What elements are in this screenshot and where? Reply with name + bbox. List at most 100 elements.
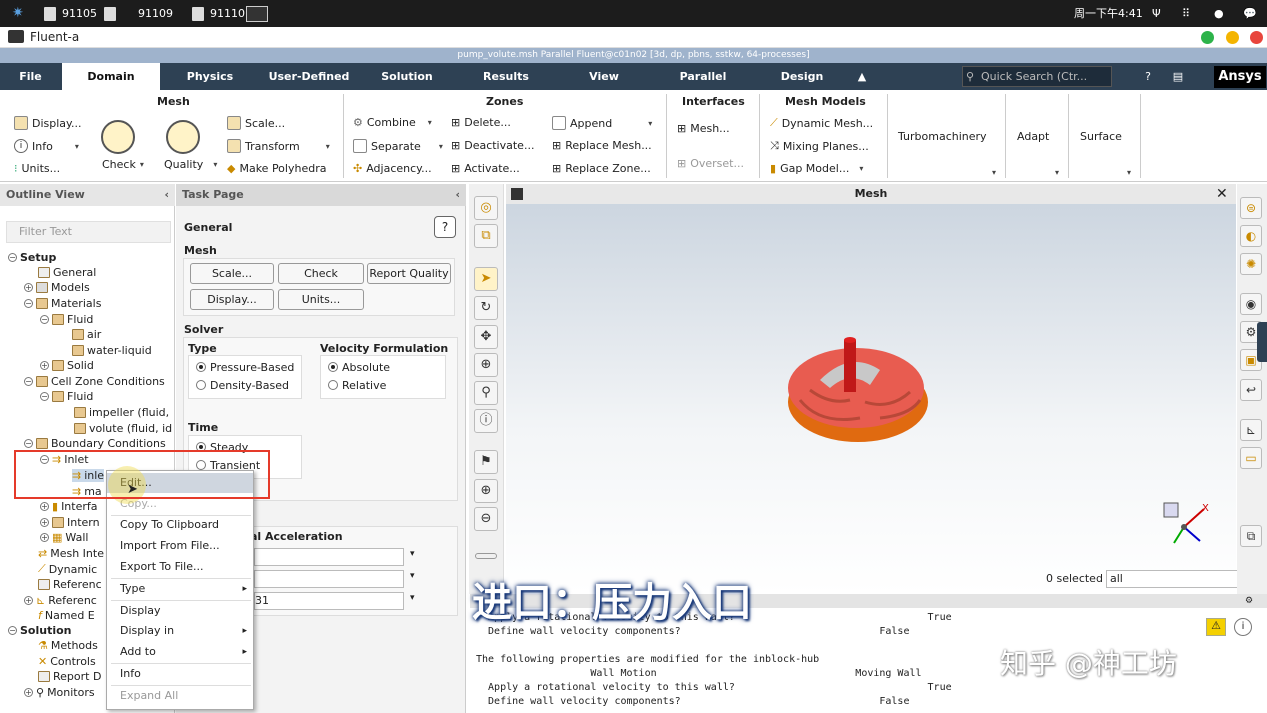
collapse-panel-icon[interactable]: ‹ [455,184,460,206]
menu-item-type[interactable]: Type ▸ [107,579,253,599]
pointer-tool-icon[interactable]: ➤ [474,267,498,291]
toolbar-scroll-handle[interactable] [475,553,497,559]
network-icon[interactable]: Ψ [1152,0,1161,27]
append-button[interactable]: Append ▾ [552,116,652,130]
gravity-x-input[interactable] [254,548,404,566]
gravity-x-dropdown-icon[interactable]: ▾ [410,549,415,559]
tree-cell-zone-conditions[interactable]: − Cell Zone Conditions [24,375,165,388]
deactivate-button[interactable]: ⊞ Deactivate... [451,139,534,152]
tree-monitors[interactable]: + ⚲ Monitors [24,686,95,699]
mesh-display-tool-icon[interactable]: ◎ [474,196,498,220]
tree-setup[interactable]: − Setup [8,251,56,264]
tree-wall[interactable]: + ▦ Wall [40,531,88,544]
tree-interface[interactable]: + ▮ Interfa [40,500,98,513]
density-based-radio[interactable]: Density-Based [196,379,289,392]
menu-item-add-to[interactable]: Add to ▸ [107,642,253,662]
scale-button[interactable]: Scale... [190,263,274,284]
apps-grid-icon[interactable]: ⠿ [1182,0,1190,27]
adapt-button[interactable]: Adapt [1017,130,1049,143]
menu-results[interactable]: Results [470,63,542,90]
separate-button[interactable]: Separate ▾ [353,139,443,153]
scale-button[interactable]: Scale... [227,116,285,130]
zoom-out-tool-icon[interactable]: ⊖ [474,507,498,531]
menu-view[interactable]: View [580,63,628,90]
quality-button[interactable]: Quality ▾ [164,158,217,171]
view-iso-icon[interactable]: ✺ [1240,253,1262,275]
check-button[interactable]: Check [278,263,364,284]
tree-boundary-conditions[interactable]: − Boundary Conditions [24,437,166,450]
gravity-z-input[interactable]: 31 [254,592,404,610]
help-icon[interactable]: ? [1138,63,1158,90]
menu-item-info[interactable]: Info [107,664,253,684]
surface-expand-icon[interactable]: ▾ [1127,168,1131,177]
report-quality-button[interactable]: Report Quality [367,263,451,284]
tree-cz-fluid[interactable]: − Fluid [40,390,93,403]
display-button[interactable]: Display... [190,289,274,310]
gravity-y-input[interactable] [254,570,404,588]
delete-button[interactable]: ⊞ Delete... [451,116,511,129]
menu-domain[interactable]: Domain [62,63,160,90]
turbomachinery-expand-icon[interactable]: ▾ [992,168,996,177]
ansys-taskbar-icon[interactable] [246,0,268,27]
tree-general[interactable]: General [38,266,96,279]
view-top-icon[interactable]: ⊜ [1240,197,1262,219]
graphics-close-icon[interactable]: ✕ [1216,186,1228,202]
absolute-radio[interactable]: Absolute [328,361,390,374]
tree-models[interactable]: + Models [24,281,90,294]
pump-impeller-model[interactable] [780,330,940,460]
adapt-expand-icon[interactable]: ▾ [1055,168,1059,177]
tree-solid[interactable]: + Solid [40,359,94,372]
tree-methods[interactable]: ⚗ Methods [38,639,98,652]
probe-info-tool-icon[interactable]: ⓘ [474,409,498,433]
tree-air[interactable]: air [72,328,101,341]
quick-search-input[interactable]: ⚲ Quick Search (Ctr... [962,66,1112,87]
tree-mesh-interfaces[interactable]: ⇄ Mesh Inte [38,547,104,560]
warning-icon[interactable]: ⚠ [1206,618,1226,636]
replace-zone-button[interactable]: ⊞ Replace Zone... [552,162,651,175]
transform-button[interactable]: Transform ▾ [227,139,330,153]
view-shape-icon[interactable]: ◐ [1240,225,1262,247]
menu-design[interactable]: Design [770,63,834,90]
zoom-in-tool-icon[interactable]: ⊕ [474,479,498,503]
gravity-z-dropdown-icon[interactable]: ▾ [410,593,415,603]
gap-model-button[interactable]: ▮ Gap Model... ▾ [770,162,863,175]
copy-image-icon[interactable]: ⧉ [1240,525,1262,547]
minimize-button[interactable] [1201,31,1214,44]
tree-report-definitions[interactable]: Report D [38,670,101,683]
check-button[interactable]: Check ▾ [102,158,144,171]
menu-item-display-in[interactable]: Display in ▸ [107,621,253,641]
info-button[interactable]: i Info ▾ [14,139,79,153]
menu-item-display[interactable]: Display [107,601,253,621]
chat-icon[interactable]: 💬 [1243,0,1257,27]
menu-item-import-from-file[interactable]: Import From File... [107,536,253,556]
undo-view-icon[interactable]: ↩ [1240,379,1262,401]
console-info-icon[interactable]: i [1234,618,1252,636]
menu-item-expand-all[interactable]: Expand All [107,686,253,706]
tree-impeller[interactable]: impeller (fluid, [74,406,169,419]
tree-volute[interactable]: volute (fluid, id [74,422,172,435]
tree-solution[interactable]: − Solution [8,624,72,637]
overset-button[interactable]: ⊞ Overset... [677,157,744,170]
menu-item-copy-to-clipboard[interactable]: Copy To Clipboard [107,515,253,535]
close-button[interactable] [1250,31,1263,44]
visibility-icon[interactable]: ◉ [1240,293,1262,315]
taskbar-item-3[interactable]: 91110 [192,0,245,27]
start-icon[interactable]: ✷ [12,0,24,27]
units-button[interactable]: Units... [278,289,364,310]
interfaces-mesh-button[interactable]: ⊞ Mesh... [677,122,730,135]
menu-solution[interactable]: Solution [372,63,442,90]
relative-radio[interactable]: Relative [328,379,386,392]
menu-file[interactable]: File [8,63,53,90]
notes-icon[interactable]: ▤ [1168,63,1188,90]
tree-named-expressions[interactable]: f Named E [38,609,95,622]
taskbar-item-2[interactable]: 91109 [104,0,173,27]
tree-water-liquid[interactable]: water-liquid [72,344,152,357]
menu-physics[interactable]: Physics [172,63,248,90]
collapse-panel-icon[interactable]: ‹ [164,184,169,206]
taskbar-item-1[interactable]: 91105 [44,0,97,27]
gravity-y-dropdown-icon[interactable]: ▾ [410,571,415,581]
copy-view-tool-icon[interactable]: ⧉ [474,224,498,248]
dynamic-mesh-button[interactable]: ⟋ Dynamic Mesh... [770,116,873,130]
user-icon[interactable]: ● [1214,0,1224,27]
menu-item-export-to-file[interactable]: Export To File... [107,557,253,577]
